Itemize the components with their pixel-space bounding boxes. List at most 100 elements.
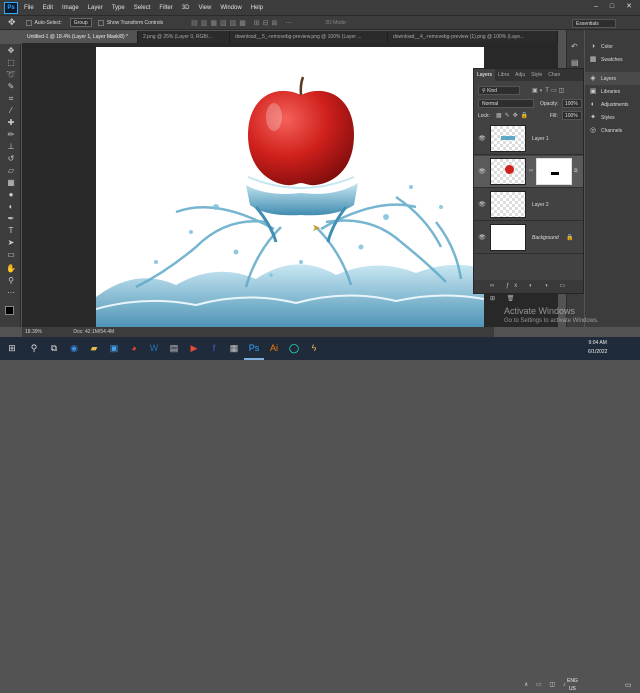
layer-name[interactable]: Layer 1 bbox=[532, 136, 549, 142]
more-tools-icon[interactable]: ⋯ bbox=[5, 288, 17, 298]
layer-row-layer-2[interactable]: 👁 Layer 2 bbox=[474, 189, 583, 221]
panel-layers[interactable]: ◈ Layers bbox=[585, 72, 640, 85]
tab-layers[interactable]: Layers bbox=[474, 69, 496, 81]
menu-file[interactable]: File bbox=[24, 5, 34, 11]
menu-filter[interactable]: Filter bbox=[159, 5, 172, 11]
search-icon[interactable]: ⚲ bbox=[24, 337, 44, 360]
move-tool-icon[interactable]: ✥ bbox=[5, 46, 17, 56]
task-view-icon[interactable]: ⧉ bbox=[44, 337, 64, 360]
tab-adjustments[interactable]: Adju bbox=[512, 69, 528, 81]
menu-layer[interactable]: Layer bbox=[88, 5, 103, 11]
zoom-level[interactable]: 18.39% bbox=[25, 329, 42, 335]
panel-channels[interactable]: ◎ Channels bbox=[585, 124, 640, 137]
eraser-tool-icon[interactable]: ▱ bbox=[5, 166, 17, 176]
type-tool-icon[interactable]: T bbox=[5, 226, 17, 236]
visibility-eye-icon[interactable]: 👁 bbox=[478, 234, 486, 242]
windows-start-icon[interactable]: ⊞ bbox=[0, 337, 24, 360]
winamp-icon[interactable]: ϟ bbox=[304, 337, 324, 360]
dodge-tool-icon[interactable]: ◐ bbox=[5, 202, 17, 212]
auto-select-checkbox[interactable] bbox=[25, 19, 32, 26]
panel-swatches[interactable]: ▦ Swatches bbox=[585, 53, 640, 66]
layer-name[interactable]: Background bbox=[532, 235, 559, 241]
marquee-tool-icon[interactable]: ⬚ bbox=[5, 58, 17, 68]
tab-2-png[interactable]: 2.png @ 25% (Layer 0, RGB/... bbox=[138, 31, 230, 43]
menu-view[interactable]: View bbox=[198, 5, 211, 11]
panel-styles[interactable]: ✦ Styles bbox=[585, 111, 640, 124]
transform-controls-checkbox[interactable] bbox=[97, 19, 104, 26]
visibility-eye-icon[interactable]: 👁 bbox=[478, 168, 486, 176]
pen-tool-icon[interactable]: ✒ bbox=[5, 214, 17, 224]
layers-footer-icons[interactable]: ∞ ƒx ◐ ◑ ▭ ⊞ 🗑 bbox=[474, 280, 583, 302]
filter-type-icons[interactable]: ▣◐T▭◫ bbox=[532, 87, 566, 94]
close-icon[interactable]: ✕ bbox=[624, 2, 634, 12]
notes-icon[interactable]: ▦ bbox=[224, 337, 244, 360]
stamp-tool-icon[interactable]: ⊥ bbox=[5, 142, 17, 152]
chain-link-icon[interactable]: ∞ bbox=[529, 168, 533, 174]
app-icon[interactable]: ▤ bbox=[164, 337, 184, 360]
visibility-eye-icon[interactable]: 👁 bbox=[478, 135, 486, 143]
input-language[interactable]: ENG US bbox=[567, 677, 578, 693]
tab-download-4[interactable]: download__4_-removebg-preview (1).png @ … bbox=[388, 31, 558, 43]
lock-icons[interactable]: ▦✎✥🔒 bbox=[496, 112, 531, 119]
tab-untitled-1[interactable]: Untitled-1 @ 18.4% (Layer 1, Layer Mask/… bbox=[22, 31, 138, 43]
notification-icon[interactable]: ▭ bbox=[625, 681, 632, 689]
store-icon[interactable]: ▣ bbox=[104, 337, 124, 360]
gradient-tool-icon[interactable]: ▦ bbox=[5, 178, 17, 188]
illustrator-icon[interactable]: Ai bbox=[264, 337, 284, 360]
tab-channels[interactable]: Chan bbox=[545, 69, 563, 81]
zoom-tool-icon[interactable]: ⚲ bbox=[5, 276, 17, 286]
foreground-color-swatch[interactable] bbox=[5, 306, 14, 315]
facebook-icon[interactable]: f bbox=[204, 337, 224, 360]
crop-tool-icon[interactable]: ⌗ bbox=[5, 94, 17, 104]
path-select-icon[interactable]: ➤ bbox=[5, 238, 17, 248]
tab-styles[interactable]: Style bbox=[528, 69, 545, 81]
shape-tool-icon[interactable]: ▭ bbox=[5, 250, 17, 260]
layer-name[interactable]: Layer 2 bbox=[532, 202, 549, 208]
panel-libraries[interactable]: ▣ Libraries bbox=[585, 85, 640, 98]
layer-row-layer-1[interactable]: 👁 Layer 1 bbox=[474, 123, 583, 155]
properties-icon[interactable]: ▤ bbox=[571, 58, 579, 67]
lasso-tool-icon[interactable]: ➰ bbox=[5, 70, 17, 80]
layer-row-masked[interactable]: 👁 ∞ ⧉ bbox=[474, 156, 583, 188]
media-icon[interactable]: ▶ bbox=[184, 337, 204, 360]
layer-mask-thumbnail[interactable] bbox=[536, 158, 572, 185]
brush-tool-icon[interactable]: ✏ bbox=[5, 130, 17, 140]
fill-input[interactable]: 100% bbox=[562, 111, 582, 120]
quick-select-tool-icon[interactable]: ✎ bbox=[5, 82, 17, 92]
align-icons[interactable]: ▤▥▦▧▨▩ ⊞⊟⊠ ⋯ bbox=[191, 19, 295, 27]
system-clock[interactable]: 9:04 AM 6/1/2022 bbox=[588, 339, 607, 357]
maximize-icon[interactable]: □ bbox=[607, 2, 617, 12]
workspace-dropdown[interactable]: Essentials bbox=[572, 19, 616, 28]
photoshop-taskbar-icon[interactable]: Ps bbox=[244, 337, 264, 360]
hand-tool-icon[interactable]: ✋ bbox=[5, 264, 17, 274]
word-icon[interactable]: W bbox=[144, 337, 164, 360]
file-explorer-icon[interactable]: ▰ bbox=[84, 337, 104, 360]
menu-help[interactable]: Help bbox=[251, 5, 263, 11]
layer-row-background[interactable]: 👁 Background 🔒 bbox=[474, 222, 583, 254]
history-icon[interactable]: ↶ bbox=[571, 42, 578, 51]
blend-mode-dropdown[interactable]: Normal bbox=[478, 99, 534, 108]
menu-image[interactable]: Image bbox=[62, 5, 79, 11]
history-brush-icon[interactable]: ↺ bbox=[5, 154, 17, 164]
document-canvas[interactable] bbox=[96, 47, 484, 329]
visibility-eye-icon[interactable]: 👁 bbox=[478, 201, 486, 209]
opera-icon[interactable]: ◯ bbox=[284, 337, 304, 360]
auto-select-dropdown[interactable]: Group bbox=[69, 18, 92, 27]
blur-tool-icon[interactable]: ● bbox=[5, 190, 17, 200]
layer-filter-dropdown[interactable]: ⚲ Kind bbox=[478, 86, 520, 95]
edge-browser-icon[interactable]: ◉ bbox=[64, 337, 84, 360]
menu-select[interactable]: Select bbox=[134, 5, 151, 11]
opacity-input[interactable]: 100% bbox=[562, 99, 582, 108]
tab-libraries[interactable]: Libra bbox=[495, 69, 512, 81]
menu-edit[interactable]: Edit bbox=[43, 5, 53, 11]
panel-color[interactable]: ◑ Color bbox=[585, 40, 640, 53]
panel-adjustments[interactable]: ◐ Adjustments bbox=[585, 98, 640, 111]
tray-icons[interactable]: ∧ ▭ ◫ ♪ bbox=[524, 681, 569, 688]
eyedropper-tool-icon[interactable]: ⁄ bbox=[5, 106, 17, 116]
tab-download-5[interactable]: download__5_-removebg-preview.png @ 100%… bbox=[230, 31, 388, 43]
healing-tool-icon[interactable]: ✚ bbox=[5, 118, 17, 128]
menu-window[interactable]: Window bbox=[220, 5, 241, 11]
menu-type[interactable]: Type bbox=[112, 5, 125, 11]
chrome-icon[interactable]: ◕ bbox=[124, 337, 144, 360]
minimize-icon[interactable]: – bbox=[591, 2, 601, 12]
